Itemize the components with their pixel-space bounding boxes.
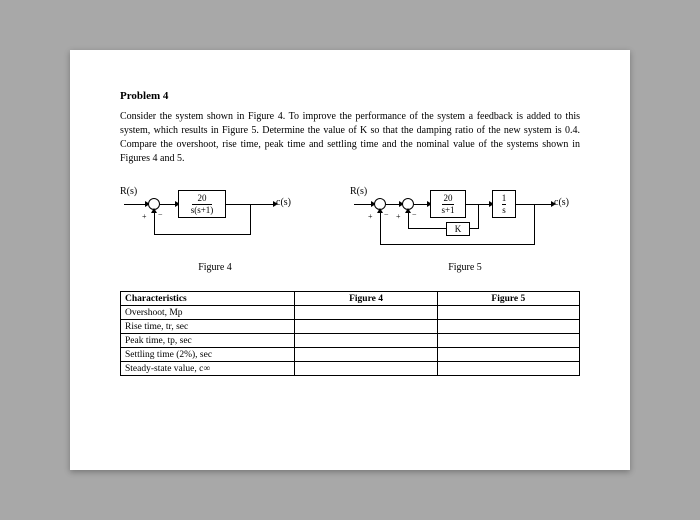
cell: [295, 348, 437, 362]
wire: [354, 204, 372, 205]
minus-sign: −: [158, 210, 163, 219]
cell: [437, 362, 579, 376]
wire: [154, 234, 251, 235]
table-header-row: Characteristics Figure 4 Figure 5: [121, 292, 580, 306]
figure-caption: Figure 5: [448, 262, 482, 273]
block-numerator: 20: [443, 194, 452, 203]
output-label: c(s): [276, 197, 291, 208]
block-denominator: s(s+1): [191, 206, 214, 215]
block-numerator: 20: [197, 194, 206, 203]
wire: [534, 204, 535, 244]
wire: [470, 228, 479, 229]
figure-5: R(s) + + 20 s+1 1: [350, 182, 580, 273]
wire: [124, 204, 146, 205]
wire: [380, 212, 381, 244]
input-label: R(s): [350, 186, 367, 197]
wire: [154, 212, 155, 234]
table-row: Settling time (2%), sec: [121, 348, 580, 362]
row-label: Steady-state value, c∞: [121, 362, 295, 376]
wire: [478, 204, 479, 228]
problem-statement: Consider the system shown in Figure 4. T…: [120, 110, 580, 166]
transfer-block-1: 20 s+1: [430, 190, 466, 218]
input-label: R(s): [120, 186, 137, 197]
wire: [380, 244, 535, 245]
table-row: Peak time, tp, sec: [121, 334, 580, 348]
table-row: Rise time, tr, sec: [121, 320, 580, 334]
transfer-block: 20 s(s+1): [178, 190, 226, 218]
wire: [414, 204, 428, 205]
cell: [295, 306, 437, 320]
plus-sign: +: [368, 212, 373, 221]
wire: [408, 212, 409, 228]
output-label: c(s): [554, 197, 569, 208]
row-label: Rise time, tr, sec: [121, 320, 295, 334]
cell: [295, 334, 437, 348]
wire: [386, 204, 400, 205]
figures-row: R(s) + 20 s(s+1) c(s) −: [120, 182, 580, 273]
row-label: Settling time (2%), sec: [121, 348, 295, 362]
cell: [437, 334, 579, 348]
figure-caption: Figure 4: [198, 262, 232, 273]
characteristics-table: Characteristics Figure 4 Figure 5 Oversh…: [120, 291, 580, 376]
transfer-block-2: 1 s: [492, 190, 516, 218]
wire: [160, 204, 176, 205]
block-denominator: s: [502, 206, 506, 215]
minus-sign: −: [412, 210, 417, 219]
row-label: Overshoot, Mp: [121, 306, 295, 320]
col-header-fig5: Figure 5: [437, 292, 579, 306]
figure-4: R(s) + 20 s(s+1) c(s) −: [120, 182, 310, 273]
cell: [437, 306, 579, 320]
col-header-characteristics: Characteristics: [121, 292, 295, 306]
table-row: Overshoot, Mp: [121, 306, 580, 320]
minus-sign: −: [384, 210, 389, 219]
document-page: Problem 4 Consider the system shown in F…: [70, 50, 630, 470]
block-numerator: 1: [502, 194, 507, 203]
block-denominator: s+1: [441, 206, 454, 215]
cell: [295, 362, 437, 376]
wire: [408, 228, 446, 229]
table-row: Steady-state value, c∞: [121, 362, 580, 376]
feedback-gain-block: K: [446, 222, 470, 236]
plus-sign: +: [142, 212, 147, 221]
wire: [250, 204, 251, 234]
cell: [295, 320, 437, 334]
cell: [437, 348, 579, 362]
cell: [437, 320, 579, 334]
col-header-fig4: Figure 4: [295, 292, 437, 306]
plus-sign: +: [396, 212, 401, 221]
row-label: Peak time, tp, sec: [121, 334, 295, 348]
problem-title: Problem 4: [120, 90, 580, 102]
